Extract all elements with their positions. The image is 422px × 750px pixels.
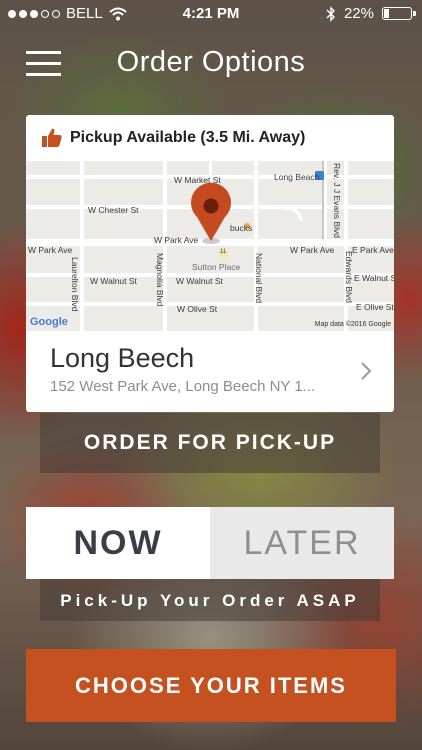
map-label: W Park Ave: [154, 235, 199, 245]
battery-percent: 22%: [343, 5, 374, 22]
navigation-bar: Order Options: [0, 28, 422, 104]
map-label: Magnolia Blvd: [155, 253, 165, 307]
location-name: Long Beech: [50, 343, 195, 373]
map-label: bucks: [230, 223, 253, 233]
map-label: W Park Ave: [28, 245, 73, 255]
google-logo: Google: [30, 316, 68, 328]
now-option[interactable]: NOW: [26, 507, 210, 579]
map-label: Rev. J J Evans Blvd: [332, 163, 342, 238]
location-address: 152 West Park Ave, Long Beech NY 1...: [50, 378, 316, 395]
bluetooth-icon: [326, 5, 335, 22]
map-label: Sutton Place: [192, 262, 241, 272]
order-pickup-button[interactable]: ORDER FOR PICK-UP: [40, 413, 380, 473]
map-label: Long Beach: [274, 172, 320, 182]
map-attribution: Map data ©2016 Google: [314, 321, 391, 328]
thumbs-up-icon: [42, 128, 62, 147]
map-label: E Olive St: [356, 302, 394, 312]
map-label: E Walnut St: [354, 273, 394, 283]
map-label: W Walnut St: [90, 276, 137, 286]
map-label: 11: [220, 249, 227, 255]
battery-level: [384, 9, 389, 18]
map-label: W Market St: [174, 175, 221, 185]
asap-banner: Pick-Up Your Order ASAP: [40, 579, 380, 621]
map-label: W Park Ave: [290, 245, 335, 255]
map-label: W Walnut St: [176, 276, 223, 286]
chevron-right-icon[interactable]: [360, 361, 372, 381]
battery-icon: [382, 7, 416, 20]
map-label: National Blvd: [254, 253, 264, 304]
pickup-availability: Pickup Available (3.5 Mi. Away): [26, 115, 394, 161]
location-map[interactable]: W Market St W Chester St W Park Ave W Pa…: [26, 161, 394, 331]
time-selector[interactable]: NOW LATER: [26, 507, 394, 579]
page-title: Order Options: [116, 46, 306, 78]
map-label: W Chester St: [88, 205, 139, 215]
pickup-text: Pickup Available (3.5 Mi. Away): [70, 129, 306, 146]
status-right-group: 22%: [326, 5, 416, 22]
map-label: W Olive St: [177, 304, 218, 314]
location-card[interactable]: Pickup Available (3.5 Mi. Away) W Market…: [26, 115, 394, 412]
map-label: Edwards Blvd: [344, 251, 354, 303]
map-label: Laurelton Blvd: [70, 257, 80, 312]
choose-items-button[interactable]: CHOOSE YOUR ITEMS: [26, 649, 396, 722]
later-option[interactable]: LATER: [210, 507, 394, 579]
status-bar: BELL 4:21 PM 22%: [0, 0, 422, 28]
map-label: E Park Ave: [352, 245, 394, 255]
